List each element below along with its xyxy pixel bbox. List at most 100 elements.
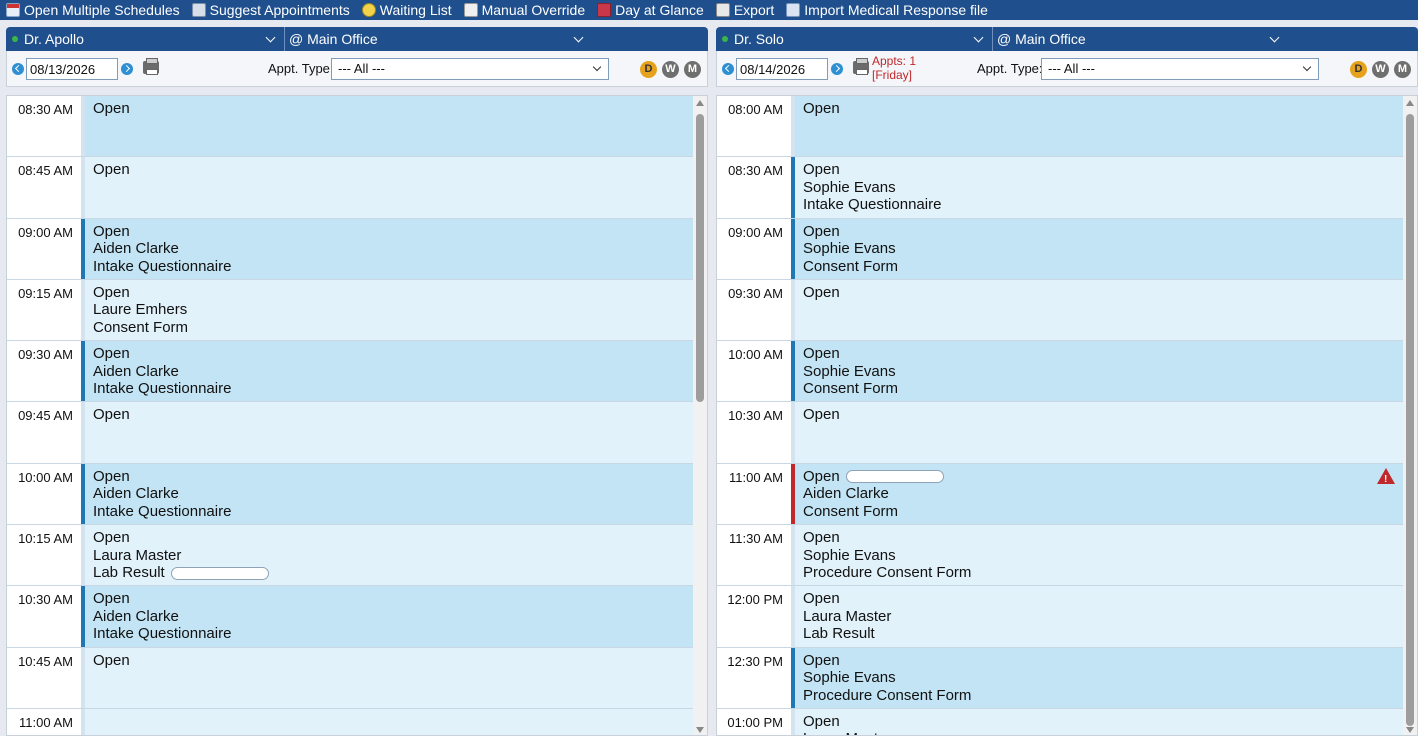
time-slot[interactable]: 11:30 AM Open Sophie Evans Procedure Consen… xyxy=(717,525,1405,587)
time-slot[interactable]: 10:00 AM Open Aiden Clarke Intake Questionn… xyxy=(7,463,695,526)
warning-icon[interactable] xyxy=(1377,467,1395,488)
time-slot[interactable]: 09:15 AM Open Laure Emhers Consent Form xyxy=(7,279,695,342)
location-name: @ Main Office xyxy=(997,31,1086,47)
time-slot[interactable]: 11:00 AM xyxy=(7,708,695,735)
time-slot[interactable]: 09:00 AM Open Sophie Evans Consent Form xyxy=(717,218,1405,280)
time-slot[interactable]: 10:30 AM Open Aiden Clarke Intake Questionn… xyxy=(7,586,695,648)
provider-select[interactable]: Dr. Solo xyxy=(716,27,993,51)
time-slot[interactable]: 10:00 AM Open Sophie Evans Consent Form xyxy=(717,341,1405,403)
month-view-button[interactable]: M xyxy=(1394,61,1411,78)
scroll-down-icon[interactable] xyxy=(1406,727,1414,733)
slot-content[interactable]: Open Aiden Clarke Intake Questionnaire xyxy=(81,341,695,402)
import-medicall-button[interactable]: Import Medicall Response file xyxy=(786,2,988,18)
day-at-glance-button[interactable]: Day at Glance xyxy=(597,2,704,18)
slot-content[interactable]: Open xyxy=(791,279,1405,341)
time-slot[interactable]: 08:30 AM Open Sophie Evans Intake Questionn… xyxy=(717,157,1405,219)
slot-status: Open xyxy=(803,406,1405,424)
slot-content[interactable]: Open xyxy=(791,402,1405,463)
slot-form: Lab Result xyxy=(803,625,1405,643)
month-view-button[interactable]: M xyxy=(684,61,701,78)
slot-content[interactable]: Open xyxy=(81,402,695,463)
time-slot[interactable]: 12:00 PM Open Laura Master Lab Result xyxy=(717,586,1405,648)
slot-content[interactable]: Open Laure Emhers Consent Form xyxy=(81,279,695,341)
location-select[interactable]: @ Main Office xyxy=(285,27,708,51)
slot-content[interactable]: Open xyxy=(81,157,695,218)
printer-icon[interactable] xyxy=(853,58,869,75)
slot-content[interactable]: Open Laura Master Lab Result xyxy=(791,586,1405,647)
slot-status: Open xyxy=(93,652,695,670)
slot-content[interactable]: Open xyxy=(791,96,1405,157)
slot-content[interactable]: Open Laura Master Lab Result xyxy=(81,525,695,586)
time-slot[interactable]: 08:30 AM Open xyxy=(7,96,695,158)
slot-content[interactable]: Open Aiden Clarke Consent Form xyxy=(791,463,1405,525)
manual-override-button[interactable]: Manual Override xyxy=(463,2,586,18)
day-view-button[interactable]: D xyxy=(640,61,657,78)
slot-status-text: Open xyxy=(93,222,130,240)
time-slot[interactable]: 09:00 AM Open Aiden Clarke Intake Questionn… xyxy=(7,218,695,280)
toolbar-label: Day at Glance xyxy=(615,2,704,18)
slot-patient: Sophie Evans xyxy=(803,547,1405,565)
time-slot[interactable]: 12:30 PM Open Sophie Evans Procedure Consen… xyxy=(717,647,1405,709)
time-slot[interactable]: 11:00 AM Open Aiden Clarke Consent Form xyxy=(717,463,1405,526)
slot-patient-text: Aiden Clarke xyxy=(93,240,179,258)
time-slot[interactable]: 09:30 AM Open xyxy=(717,279,1405,342)
time-slot[interactable]: 09:30 AM Open Aiden Clarke Intake Questionn… xyxy=(7,341,695,403)
slot-time: 09:00 AM xyxy=(7,218,81,279)
scroll-down-icon[interactable] xyxy=(696,727,704,733)
slot-content[interactable]: Open xyxy=(81,96,695,157)
appt-type-select[interactable]: --- All --- xyxy=(331,58,609,80)
scroll-thumb[interactable] xyxy=(1406,114,1414,726)
slot-content[interactable]: Open Aiden Clarke Intake Questionnaire xyxy=(81,586,695,647)
export-button[interactable]: Export xyxy=(715,2,774,18)
time-slot[interactable]: 08:00 AM Open xyxy=(717,96,1405,158)
vertical-scrollbar[interactable] xyxy=(1403,96,1417,735)
suggest-appointments-button[interactable]: Suggest Appointments xyxy=(191,2,350,18)
location-select[interactable]: @ Main Office xyxy=(993,27,1418,51)
slot-content[interactable]: Open Sophie Evans Consent Form xyxy=(791,218,1405,279)
appt-type-select[interactable]: --- All --- xyxy=(1041,58,1319,80)
chevron-down-icon xyxy=(573,32,584,43)
slot-patient: Aiden Clarke xyxy=(93,240,695,258)
slot-content[interactable]: Open Sophie Evans Procedure Consent Form xyxy=(791,647,1405,708)
time-slot[interactable]: 10:45 AM Open xyxy=(7,647,695,709)
next-day-icon[interactable] xyxy=(831,63,843,75)
vertical-scrollbar[interactable] xyxy=(693,96,707,735)
next-day-icon[interactable] xyxy=(121,63,133,75)
panel-header: Dr. Solo @ Main Office xyxy=(716,27,1418,51)
appt-type-label: Appt. Type: xyxy=(977,61,1043,76)
date-input[interactable] xyxy=(736,58,828,80)
scroll-up-icon[interactable] xyxy=(1406,100,1414,106)
waiting-list-button[interactable]: Waiting List xyxy=(361,2,452,18)
time-slot[interactable]: 08:45 AM Open xyxy=(7,157,695,219)
time-slot[interactable]: 09:45 AM Open xyxy=(7,402,695,464)
slot-time: 11:00 AM xyxy=(717,463,791,525)
provider-select[interactable]: Dr. Apollo xyxy=(6,27,285,51)
slot-time: 09:30 AM xyxy=(717,279,791,341)
slot-content[interactable]: Open xyxy=(81,647,695,708)
time-slot[interactable]: 01:00 PMOpenLaura Master xyxy=(717,708,1405,735)
open-multiple-schedules-button[interactable]: Open Multiple Schedules xyxy=(6,2,180,18)
prev-day-icon[interactable] xyxy=(722,63,734,75)
slot-content[interactable]: Open Sophie Evans Procedure Consent Form xyxy=(791,525,1405,586)
scroll-thumb[interactable] xyxy=(696,114,704,402)
week-view-button[interactable]: W xyxy=(662,61,679,78)
date-input[interactable] xyxy=(26,58,118,80)
week-view-button[interactable]: W xyxy=(1372,61,1389,78)
time-slot[interactable]: 10:30 AM Open xyxy=(717,402,1405,464)
slot-content[interactable]: Open Aiden Clarke Intake Questionnaire xyxy=(81,218,695,279)
printer-icon[interactable] xyxy=(143,58,159,75)
prev-day-icon[interactable] xyxy=(12,63,24,75)
slot-content[interactable]: OpenLaura Master xyxy=(791,708,1405,735)
toolbar-label: Manual Override xyxy=(481,2,586,18)
slot-time: 09:45 AM xyxy=(7,402,81,463)
appt-type-value: --- All --- xyxy=(338,61,385,76)
slot-content[interactable]: Open Sophie Evans Intake Questionnaire xyxy=(791,157,1405,218)
time-slot[interactable]: 10:15 AM Open Laura Master Lab Result xyxy=(7,525,695,587)
slot-content[interactable] xyxy=(81,708,695,735)
day-view-button[interactable]: D xyxy=(1350,61,1367,78)
scroll-up-icon[interactable] xyxy=(696,100,704,106)
slot-content[interactable]: Open Aiden Clarke Intake Questionnaire xyxy=(81,463,695,525)
slot-form-text: Lab Result xyxy=(803,625,875,643)
slot-content[interactable]: Open Sophie Evans Consent Form xyxy=(791,341,1405,402)
slot-status-text: Open xyxy=(93,283,130,301)
